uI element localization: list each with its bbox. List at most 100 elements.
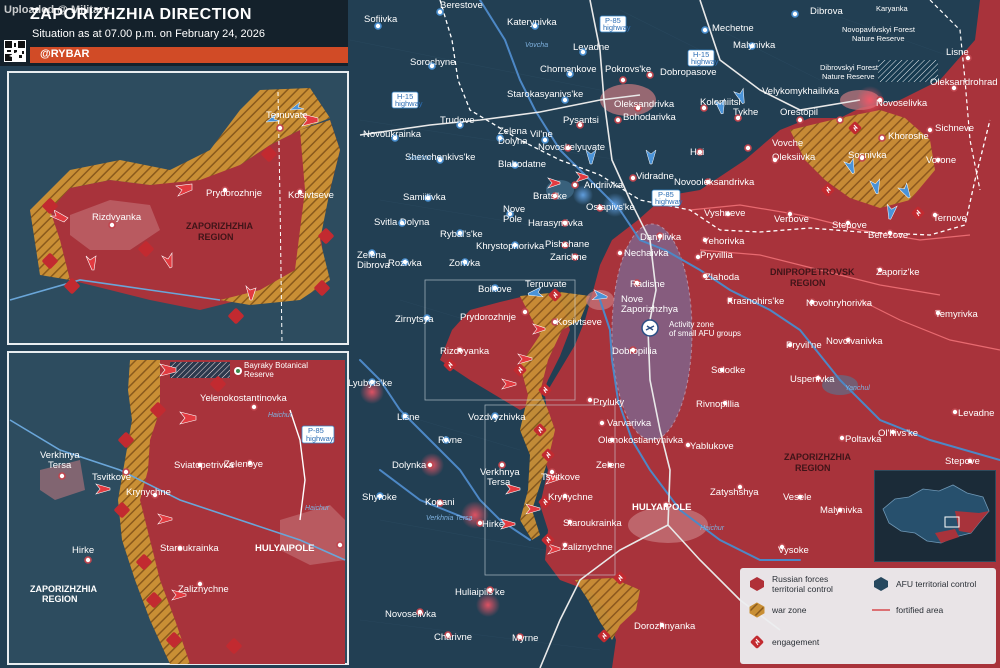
svg-text:Pysantsi: Pysantsi xyxy=(563,115,599,126)
svg-text:Vovche: Vovche xyxy=(772,138,803,149)
svg-text:Shyroke: Shyroke xyxy=(362,492,397,503)
svg-text:Haichur: Haichur xyxy=(700,525,725,532)
svg-text:Prydorozhnje: Prydorozhnje xyxy=(206,188,262,199)
svg-text:Pryvillia: Pryvillia xyxy=(700,250,733,261)
svg-text:Olenokostiantynivka: Olenokostiantynivka xyxy=(598,435,684,446)
svg-text:Svitla Dolyna: Svitla Dolyna xyxy=(374,217,430,228)
svg-text:Vorone: Vorone xyxy=(926,155,956,166)
svg-text:Novoukrainka: Novoukrainka xyxy=(363,129,422,140)
svg-text:Berezove: Berezove xyxy=(868,230,908,241)
svg-text:Vysoke: Vysoke xyxy=(778,545,809,556)
svg-text:REGION: REGION xyxy=(790,278,826,288)
svg-text:Brats'ke: Brats'ke xyxy=(533,191,567,202)
svg-text:Levadne: Levadne xyxy=(573,42,609,53)
svg-text:Lisne: Lisne xyxy=(946,47,969,58)
svg-text:Zaporiz'ke: Zaporiz'ke xyxy=(876,267,920,278)
svg-text:ZAPORIZHZHIA: ZAPORIZHZHIA xyxy=(186,221,253,231)
svg-text:Lyubyts'ke: Lyubyts'ke xyxy=(348,378,392,389)
svg-text:Harasymivka: Harasymivka xyxy=(528,218,584,229)
svg-text:Trudove: Trudove xyxy=(440,115,475,126)
svg-text:Haichur: Haichur xyxy=(305,505,330,512)
svg-text:Verkhnia Tersa: Verkhnia Tersa xyxy=(426,515,473,522)
svg-text:Zelene: Zelene xyxy=(596,460,625,471)
svg-text:Yablukove: Yablukove xyxy=(690,441,734,452)
svg-text:Zlahoda: Zlahoda xyxy=(705,272,740,283)
svg-text:Bayraky Botanical: Bayraky Botanical xyxy=(244,361,308,370)
svg-text:Krasnohirs'ke: Krasnohirs'ke xyxy=(727,296,784,307)
svg-text:Ternuvate: Ternuvate xyxy=(525,279,567,290)
svg-text:Dorozhnyanka: Dorozhnyanka xyxy=(634,621,696,632)
svg-text:Pole: Pole xyxy=(503,214,522,225)
legend-afu: AFU territorial control xyxy=(872,576,976,592)
svg-text:Rybal's'ke: Rybal's'ke xyxy=(440,229,483,240)
svg-text:Zarichne: Zarichne xyxy=(550,252,587,263)
svg-text:Oleksandrivka: Oleksandrivka xyxy=(614,99,675,110)
svg-text:Novooleksandrivka: Novooleksandrivka xyxy=(674,177,755,188)
inset-bottom: Bayraky Botanical Reserve Yelenokostanti… xyxy=(7,351,349,665)
svg-text:Poltavka: Poltavka xyxy=(845,434,882,445)
svg-text:Oleksiivka: Oleksiivka xyxy=(772,152,816,163)
map-header: Uploaded @ Military ZAPORIZHZHIA DIRECTI… xyxy=(0,0,348,66)
brand-bar[interactable]: @RYBAR xyxy=(9,47,348,63)
svg-text:Berestove: Berestove xyxy=(440,0,483,11)
svg-text:Danylivka: Danylivka xyxy=(640,232,682,243)
svg-text:Ol'hivs'ke: Ol'hivs'ke xyxy=(878,428,918,439)
svg-text:Staroukrainka: Staroukrainka xyxy=(160,543,219,554)
svg-text:Rizdvyanka: Rizdvyanka xyxy=(440,346,490,357)
svg-text:Andriivka: Andriivka xyxy=(584,180,624,191)
svg-text:HULYAIPOLE: HULYAIPOLE xyxy=(255,543,314,554)
brand-handle: @RYBAR xyxy=(40,48,90,60)
svg-text:Stepove: Stepove xyxy=(945,456,980,467)
legend-fortified: fortified area xyxy=(872,602,943,618)
svg-text:Dobropasove: Dobropasove xyxy=(660,67,717,78)
legend-engagement: engagement xyxy=(748,634,819,650)
svg-text:Malynivka: Malynivka xyxy=(733,40,776,51)
svg-text:Sosnivka: Sosnivka xyxy=(848,150,887,161)
svg-text:Lisne: Lisne xyxy=(397,412,420,423)
svg-text:Solodke: Solodke xyxy=(711,365,745,376)
svg-text:Huliaipils'ke: Huliaipils'ke xyxy=(455,587,505,598)
svg-text:Tersa: Tersa xyxy=(48,460,72,471)
svg-text:Novoselivka: Novoselivka xyxy=(385,609,437,620)
engagement-icon xyxy=(750,635,764,649)
svg-text:Zaliznychne: Zaliznychne xyxy=(562,542,613,553)
svg-text:Rivne: Rivne xyxy=(438,435,462,446)
svg-text:Vesele: Vesele xyxy=(783,492,812,503)
svg-text:Radisne: Radisne xyxy=(630,279,665,290)
svg-text:Khrystophorivka: Khrystophorivka xyxy=(476,241,545,252)
svg-text:Ternove: Ternove xyxy=(933,213,967,224)
svg-text:Kosivtseve: Kosivtseve xyxy=(556,317,602,328)
svg-text:Dobropillia: Dobropillia xyxy=(612,346,658,357)
svg-text:Prydorozhnje: Prydorozhnje xyxy=(460,312,516,323)
svg-text:highway: highway xyxy=(655,197,683,206)
svg-text:Dolynka: Dolynka xyxy=(392,460,427,471)
svg-text:Velykomykhailivka: Velykomykhailivka xyxy=(762,86,840,97)
svg-text:Staroukrainka: Staroukrainka xyxy=(563,518,622,529)
svg-text:REGION: REGION xyxy=(42,594,78,604)
svg-text:Zelenoye: Zelenoye xyxy=(224,459,263,470)
svg-text:Dibrova: Dibrova xyxy=(357,260,390,271)
svg-text:Katerynivka: Katerynivka xyxy=(507,17,557,28)
map-legend: Russian forces territorial control AFU t… xyxy=(740,568,996,664)
svg-text:Tsvitkove: Tsvitkove xyxy=(541,472,580,483)
svg-text:Vidradne: Vidradne xyxy=(636,171,674,182)
svg-text:Zaliznychne: Zaliznychne xyxy=(178,584,229,595)
svg-text:Pokrovs'ke: Pokrovs'ke xyxy=(605,64,651,75)
svg-text:Reserve: Reserve xyxy=(244,370,274,379)
page-title: ZAPORIZHZHIA DIRECTION xyxy=(30,6,252,23)
inset-top: Ternuvate Prydorozhnje Kosivtseve Rizdvy… xyxy=(7,71,349,345)
svg-text:Tersa: Tersa xyxy=(487,477,511,488)
svg-text:Pishchane: Pishchane xyxy=(545,239,589,250)
svg-text:Krynychne: Krynychne xyxy=(548,492,593,503)
svg-text:Dolyna: Dolyna xyxy=(498,136,528,147)
svg-text:Zatyshshya: Zatyshshya xyxy=(710,487,759,498)
svg-text:REGION: REGION xyxy=(795,463,831,473)
svg-text:Novohryhorivka: Novohryhorivka xyxy=(806,298,873,309)
svg-text:Chornenkove: Chornenkove xyxy=(540,64,597,75)
svg-text:Charivne: Charivne xyxy=(434,632,472,643)
war-zone-icon xyxy=(749,602,765,618)
svg-text:Tsvitkove: Tsvitkove xyxy=(92,472,131,483)
svg-text:Sichneve: Sichneve xyxy=(935,123,974,134)
svg-text:ZAPORIZHZHIA: ZAPORIZHZHIA xyxy=(784,452,851,462)
svg-text:Ostapivs'ke: Ostapivs'ke xyxy=(586,202,635,213)
